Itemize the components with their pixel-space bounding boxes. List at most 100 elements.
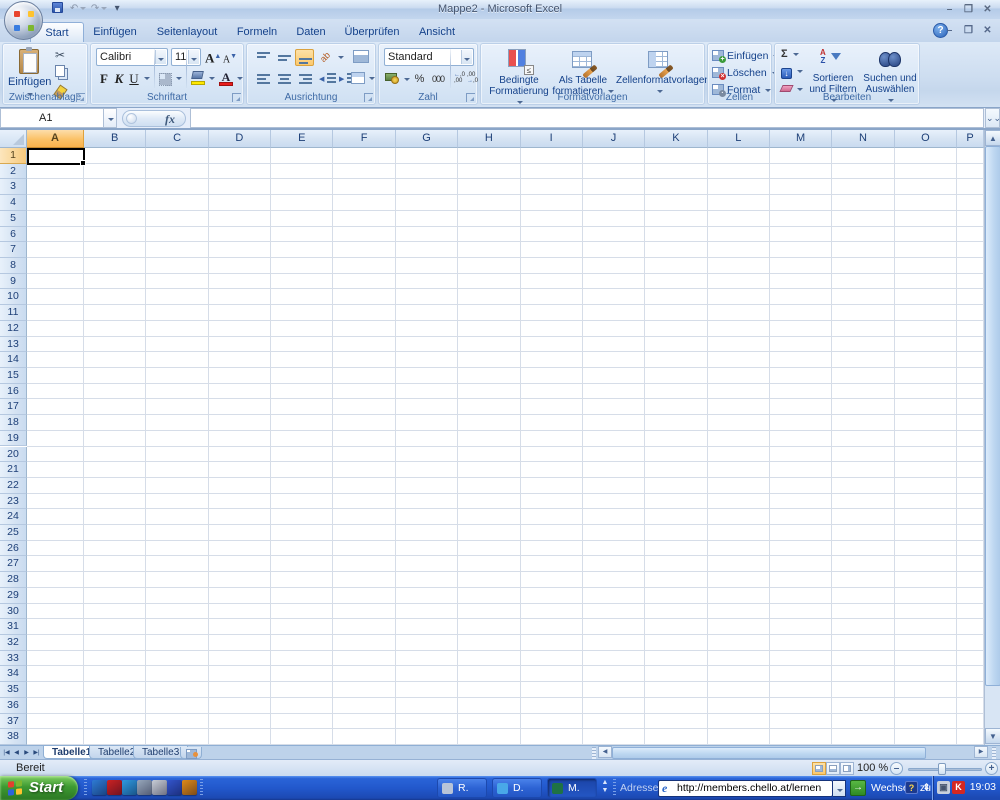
row-header-26[interactable]: 26 bbox=[0, 541, 27, 557]
row-header-36[interactable]: 36 bbox=[0, 698, 27, 714]
insert-worksheet-tab[interactable] bbox=[180, 747, 202, 759]
column-header-C[interactable]: C bbox=[146, 130, 208, 148]
row-header-16[interactable]: 16 bbox=[0, 384, 27, 400]
last-sheet-button[interactable]: ▶| bbox=[32, 747, 41, 759]
column-header-J[interactable]: J bbox=[583, 130, 645, 148]
messenger-icon[interactable]: ? bbox=[905, 781, 918, 794]
zoom-level[interactable]: 100 % bbox=[857, 762, 888, 774]
row-header-31[interactable]: 31 bbox=[0, 619, 27, 635]
number-format-combo[interactable]: Standard bbox=[384, 48, 474, 66]
quicktime-icon[interactable] bbox=[167, 780, 182, 795]
accounting-dropdown[interactable] bbox=[401, 71, 410, 89]
scroll-up-button[interactable]: ▲ bbox=[985, 130, 1000, 146]
column-header-O[interactable]: O bbox=[895, 130, 957, 148]
column-header-P[interactable]: P bbox=[957, 130, 984, 148]
font-color-dropdown[interactable] bbox=[234, 70, 244, 88]
undo-button[interactable]: ↶ bbox=[69, 2, 87, 17]
align-center-button[interactable] bbox=[274, 71, 293, 88]
fill-button[interactable]: ↓ bbox=[781, 64, 807, 80]
ribbon-tab-überprüfen[interactable]: Überprüfen bbox=[336, 22, 408, 42]
row-header-37[interactable]: 37 bbox=[0, 714, 27, 730]
shrink-font-button[interactable]: A▼ bbox=[222, 48, 238, 66]
row-header-35[interactable]: 35 bbox=[0, 682, 27, 698]
window-resize-splitter[interactable] bbox=[992, 747, 996, 759]
insert-function-button[interactable]: fx bbox=[122, 110, 186, 127]
row-header-13[interactable]: 13 bbox=[0, 337, 27, 353]
orientation-button[interactable]: ab bbox=[319, 50, 335, 65]
borders-button[interactable] bbox=[159, 73, 172, 86]
underline-button[interactable]: U bbox=[127, 70, 141, 88]
column-header-B[interactable]: B bbox=[84, 130, 146, 148]
horizontal-scrollbar[interactable] bbox=[612, 747, 974, 759]
font-name-dropdown[interactable] bbox=[155, 50, 166, 64]
cells-area[interactable] bbox=[27, 148, 984, 745]
row-header-17[interactable]: 17 bbox=[0, 399, 27, 415]
underline-dropdown[interactable] bbox=[141, 70, 151, 88]
office-button[interactable] bbox=[4, 1, 43, 40]
decrease-decimal-button[interactable]: ,00→,0 bbox=[467, 72, 478, 85]
row-header-6[interactable]: 6 bbox=[0, 227, 27, 243]
merge-center-dropdown[interactable] bbox=[366, 70, 376, 88]
row-header-7[interactable]: 7 bbox=[0, 242, 27, 258]
borders-dropdown[interactable] bbox=[173, 70, 183, 88]
scroll-down-button[interactable]: ▼ bbox=[985, 728, 1000, 744]
font-name-combo[interactable]: Calibri bbox=[96, 48, 168, 66]
fill-color-dropdown[interactable] bbox=[206, 70, 216, 88]
start-button[interactable]: Start bbox=[0, 776, 78, 800]
row-header-34[interactable]: 34 bbox=[0, 666, 27, 682]
percent-style-button[interactable]: % bbox=[412, 71, 427, 89]
align-left-button[interactable] bbox=[253, 71, 272, 88]
merge-center-button[interactable] bbox=[351, 72, 365, 84]
workbook-restore-button[interactable]: ❐ bbox=[960, 25, 977, 38]
autosum-button[interactable]: Σ bbox=[781, 47, 807, 63]
browser-icon[interactable] bbox=[122, 780, 137, 795]
row-header-2[interactable]: 2 bbox=[0, 164, 27, 180]
workbook-minimize-button[interactable]: – bbox=[941, 25, 958, 38]
row-header-23[interactable]: 23 bbox=[0, 494, 27, 510]
column-header-H[interactable]: H bbox=[458, 130, 520, 148]
page-layout-view-button[interactable] bbox=[826, 762, 840, 775]
expand-formula-bar-button[interactable]: ⌄⌄ bbox=[985, 108, 1000, 128]
taskbar-window-r[interactable]: R. bbox=[437, 778, 487, 798]
fill-color-button[interactable] bbox=[191, 71, 205, 85]
scroll-right-button[interactable]: ▶ bbox=[974, 746, 988, 758]
name-box-dropdown[interactable] bbox=[104, 108, 117, 128]
column-header-D[interactable]: D bbox=[209, 130, 271, 148]
comma-style-button[interactable]: 000 bbox=[428, 71, 448, 89]
insert-cells-button[interactable]: +Einfügen bbox=[712, 48, 779, 64]
cd-player-icon[interactable] bbox=[152, 780, 167, 795]
row-header-22[interactable]: 22 bbox=[0, 478, 27, 494]
font-size-dropdown[interactable] bbox=[188, 50, 199, 64]
delete-cells-button[interactable]: ×Löschen bbox=[712, 65, 778, 81]
workbook-close-button[interactable]: ✕ bbox=[979, 25, 996, 38]
tray-antivirus-icon[interactable]: K bbox=[952, 781, 965, 794]
redo-button[interactable]: ↷ bbox=[90, 2, 108, 17]
column-header-L[interactable]: L bbox=[708, 130, 770, 148]
decrease-indent-button[interactable]: ◀ bbox=[319, 71, 339, 88]
minimize-button[interactable]: – bbox=[941, 4, 958, 17]
page-break-view-button[interactable] bbox=[840, 762, 854, 775]
row-header-3[interactable]: 3 bbox=[0, 179, 27, 195]
row-header-14[interactable]: 14 bbox=[0, 352, 27, 368]
zahl-dialog-launcher[interactable] bbox=[466, 93, 475, 102]
grow-font-button[interactable]: A▲ bbox=[205, 48, 221, 66]
save-button[interactable] bbox=[48, 2, 66, 17]
bold-button[interactable]: F bbox=[97, 70, 111, 88]
number-format-dropdown[interactable] bbox=[461, 50, 472, 64]
row-header-10[interactable]: 10 bbox=[0, 289, 27, 305]
align-right-button[interactable] bbox=[295, 71, 314, 88]
row-header-4[interactable]: 4 bbox=[0, 195, 27, 211]
formula-input[interactable] bbox=[190, 108, 984, 128]
schriftart-dialog-launcher[interactable] bbox=[232, 93, 241, 102]
horizontal-scroll-thumb[interactable] bbox=[612, 747, 926, 759]
row-header-21[interactable]: 21 bbox=[0, 462, 27, 478]
next-sheet-button[interactable]: ▶ bbox=[22, 747, 31, 759]
close-button[interactable]: ✕ bbox=[979, 4, 996, 17]
column-header-K[interactable]: K bbox=[645, 130, 707, 148]
zoom-in-button[interactable]: + bbox=[985, 762, 998, 775]
normal-view-button[interactable] bbox=[812, 762, 826, 775]
row-header-32[interactable]: 32 bbox=[0, 635, 27, 651]
row-header-28[interactable]: 28 bbox=[0, 572, 27, 588]
increase-decimal-button[interactable]: ←,0,00 bbox=[454, 72, 465, 85]
font-color-button[interactable]: A bbox=[219, 70, 233, 86]
